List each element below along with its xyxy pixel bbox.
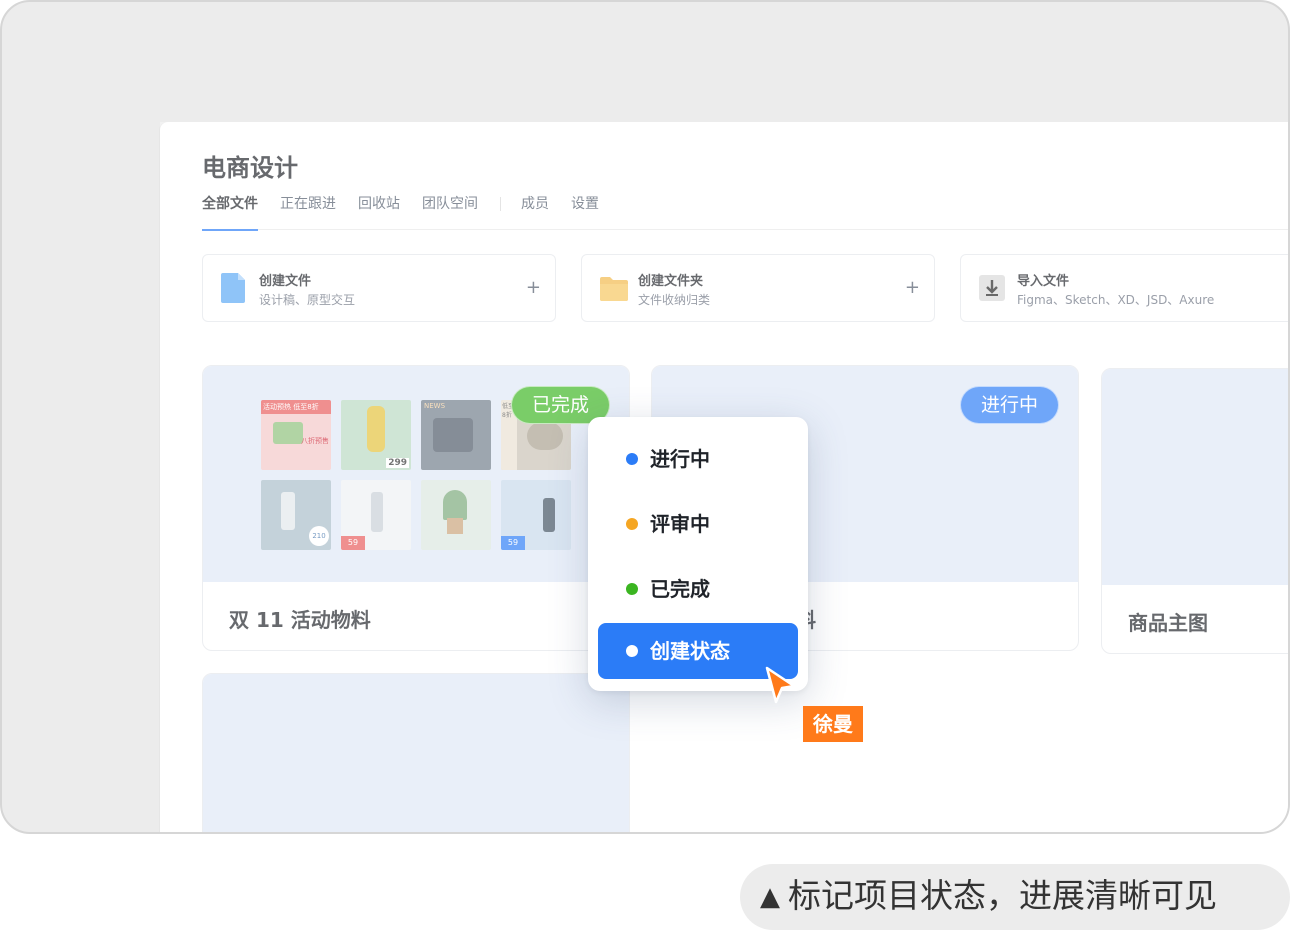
create-folder-button[interactable]: 创建文件夹 文件收纳归类 +: [581, 254, 935, 322]
poster-thumbnail: NEWS: [421, 400, 491, 470]
poster-thumbnail: 210: [261, 480, 331, 550]
tab-all-files[interactable]: 全部文件: [202, 194, 258, 231]
caption-text: 标记项目状态，进展清晰可见: [788, 876, 1217, 915]
status-dot-icon: [626, 453, 638, 465]
import-file-title: 导入文件: [1017, 274, 1070, 289]
poster-thumbnail: 活动预热 低至8折 八折预售: [261, 400, 331, 470]
tab-team-space[interactable]: 团队空间: [422, 194, 478, 230]
project-name: 双 11 活动物料: [229, 608, 371, 632]
poster-thumbnail: [421, 480, 491, 550]
project-card-blank[interactable]: [202, 673, 630, 832]
status-badge-in-progress[interactable]: 进行中: [960, 386, 1060, 424]
import-file-subtitle: Figma、Sketch、XD、JSD、Axure: [1017, 293, 1215, 307]
create-file-subtitle: 设计稿、原型交互: [259, 293, 356, 307]
plus-icon: +: [525, 277, 541, 298]
tab-bar: 全部文件 正在跟进 回收站 团队空间 成员 设置: [202, 194, 1288, 231]
collaborator-name-tag: 徐曼: [803, 706, 863, 742]
status-option-completed[interactable]: 已完成: [598, 561, 798, 617]
create-file-title: 创建文件: [259, 274, 312, 289]
project-thumbnail: [203, 674, 629, 832]
status-dot-icon: [626, 583, 638, 595]
create-file-button[interactable]: 创建文件 设计稿、原型交互 +: [202, 254, 556, 322]
pointer-cursor-icon: [765, 666, 796, 704]
feature-caption: ▲ 标记项目状态，进展清晰可见: [740, 864, 1290, 930]
tab-recycle-bin[interactable]: 回收站: [358, 194, 400, 230]
project-card-main-images[interactable]: 商品主图: [1101, 368, 1288, 654]
status-dot-icon: [626, 645, 638, 657]
status-dot-icon: [626, 518, 638, 530]
create-folder-subtitle: 文件收纳归类: [638, 293, 711, 307]
tab-settings[interactable]: 设置: [571, 194, 599, 230]
poster-thumbnail: 59: [341, 480, 411, 550]
status-option-in-review[interactable]: 评审中: [598, 496, 798, 552]
poster-thumbnail: 59: [501, 480, 571, 550]
project-name: 商品主图: [1128, 611, 1208, 635]
poster-thumbnail: 299: [341, 400, 411, 470]
import-file-button[interactable]: 导入文件 Figma、Sketch、XD、JSD、Axure: [960, 254, 1288, 322]
project-thumbnail: [1102, 369, 1288, 585]
folder-icon: [600, 277, 628, 301]
status-menu: 进行中 评审中 已完成 创建状态: [588, 417, 808, 691]
create-folder-title: 创建文件夹: [638, 274, 704, 289]
tab-divider: [500, 197, 501, 211]
triangle-up-icon: ▲: [760, 882, 780, 912]
tab-following[interactable]: 正在跟进: [280, 194, 336, 230]
project-thumbnail: 活动预热 低至8折 八折预售 299 NEWS 低至8折 210 59 59 已…: [203, 366, 629, 582]
page-title: 电商设计: [202, 154, 298, 182]
plus-icon: +: [904, 277, 920, 298]
file-icon: [221, 273, 245, 303]
project-card-double11[interactable]: 活动预热 低至8折 八折预售 299 NEWS 低至8折 210 59 59 已…: [202, 365, 630, 651]
status-option-in-progress[interactable]: 进行中: [598, 431, 798, 487]
import-icon: [979, 275, 1005, 301]
tab-members[interactable]: 成员: [521, 194, 549, 230]
